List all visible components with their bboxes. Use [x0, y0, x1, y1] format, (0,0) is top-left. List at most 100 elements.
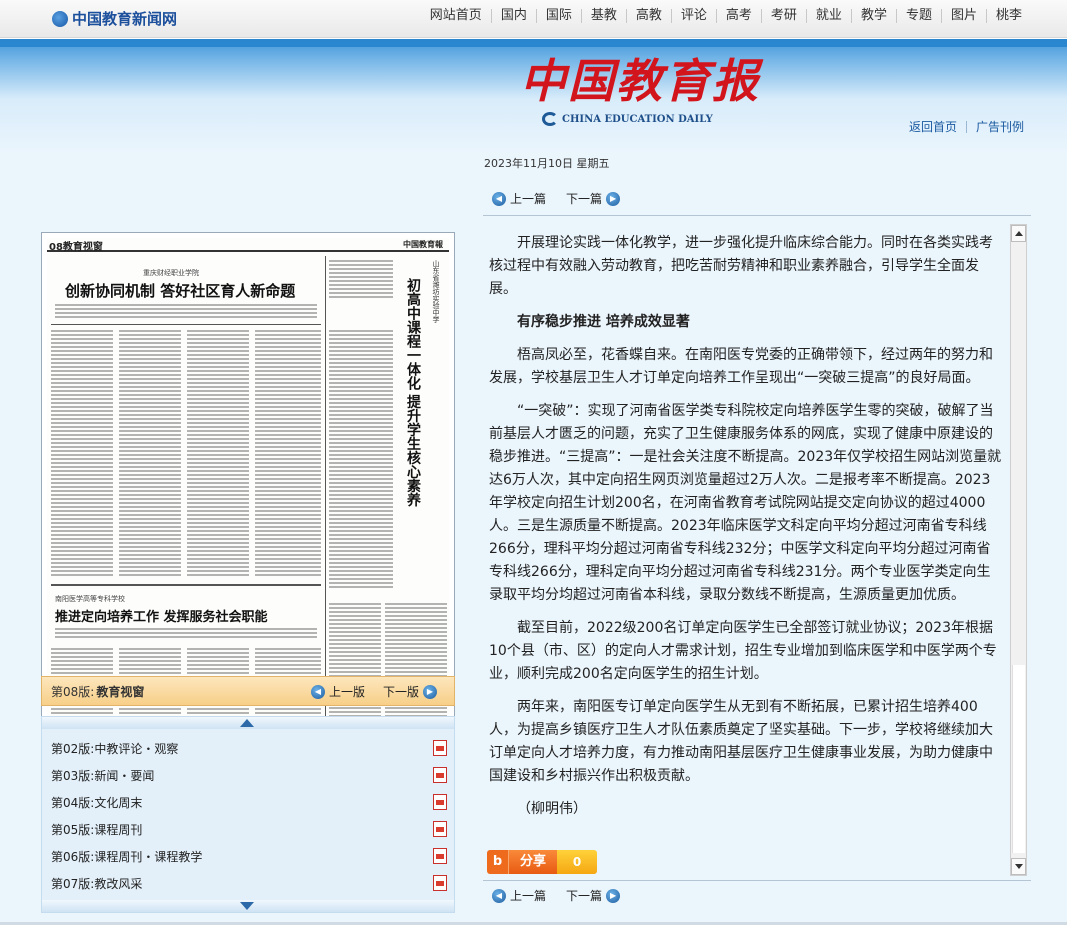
divider — [51, 584, 321, 586]
pdf-download-icon[interactable] — [433, 875, 447, 891]
next-edition-link[interactable]: 下一版 — [383, 683, 419, 700]
nav-item[interactable]: 高教 — [625, 9, 671, 23]
thumbnail-kicker-2: 南阳医学高等专科学校 — [55, 595, 125, 603]
band-highlight — [0, 39, 1067, 47]
edition-number: 第02版: — [51, 742, 95, 756]
divider — [483, 880, 1031, 881]
edition-number: 第04版: — [51, 796, 95, 810]
nav-item[interactable]: 专题 — [895, 9, 941, 23]
next-article-link[interactable]: 下一篇 — [566, 190, 602, 207]
text-block — [51, 330, 113, 578]
thumbnail-page-number: 08教育视窗 — [49, 242, 103, 253]
edition-name: 新闻・要闻 — [94, 769, 155, 783]
back-home-link[interactable]: 返回首页 — [909, 118, 957, 135]
nav-item[interactable]: 国内 — [490, 9, 536, 23]
site-name: 中国教育新闻网 — [72, 10, 178, 28]
pdf-download-icon[interactable] — [433, 767, 447, 783]
edition-list-item[interactable]: 第05版: 课程周刊 — [51, 816, 447, 843]
edition-list: 第02版: 中教评论・观察 第03版: 新闻・要闻 第04版: 文化周末 第05版: 课程周刊… — [41, 716, 455, 913]
nav-item[interactable]: 网站首页 — [421, 9, 491, 23]
edition-list-item[interactable]: 第02版: 中教评论・观察 — [51, 735, 447, 762]
prev-article-icon[interactable]: ◀ — [492, 888, 506, 903]
main-nav: 网站首页 国内 国际 基教 高教 评论 高考 考研 就业 教学 专题 图片 桃李 — [421, 0, 1031, 32]
edition-name: 课程周刊・课程教学 — [94, 850, 203, 864]
next-article-icon[interactable]: ▶ — [606, 888, 621, 903]
share-button[interactable]: b 分享 0 — [487, 850, 597, 874]
nav-item[interactable]: 桃李 — [985, 9, 1031, 23]
article-paragraph: 两年来，南阳医专订单定向医学生从无到有不断拓展，已累计招生培养400人，为提高乡… — [489, 699, 993, 784]
pdf-download-icon[interactable] — [433, 848, 447, 864]
next-article-icon[interactable]: ▶ — [606, 191, 621, 206]
next-edition-icon[interactable]: ▶ — [423, 684, 437, 699]
current-edition-bar: 第08版: 教育视窗 ◀ 上一版 下一版 ▶ — [41, 676, 455, 706]
nav-item[interactable]: 考研 — [760, 9, 806, 23]
scrollbar-thumb[interactable] — [1012, 665, 1025, 853]
edition-number: 第05版: — [51, 823, 95, 837]
site-logo[interactable]: 中国教育新闻网 — [52, 8, 177, 29]
masthead-emblem-icon — [542, 112, 558, 126]
prev-article-link[interactable]: 上一篇 — [510, 887, 546, 904]
pdf-download-icon[interactable] — [433, 821, 447, 837]
thumbnail-vertical-kicker: 山东省潍坊实验中学 — [432, 260, 440, 323]
edition-list-item[interactable]: 第07版: 教改风采 — [51, 870, 447, 897]
edition-name: 文化周末 — [94, 796, 143, 810]
current-edition-number: 第08版: — [51, 684, 95, 699]
nav-item[interactable]: 评论 — [670, 9, 716, 23]
edition-name: 课程周刊 — [94, 823, 143, 837]
masthead-title: 中国教育报 — [520, 54, 760, 108]
main-area: 08教育视窗 中国教育報 重庆财经职业学院 创新协同机制 答好社区育人新命题 山… — [0, 152, 1067, 925]
scroll-up-button[interactable] — [42, 717, 454, 729]
divider — [966, 120, 968, 133]
edition-list-item[interactable]: 第06版: 课程周刊・课程教学 — [51, 843, 447, 870]
prev-article-link[interactable]: 上一篇 — [510, 190, 546, 207]
text-block — [329, 330, 393, 590]
article-subheading: 有序稳步推进 培养成效显著 — [517, 314, 690, 330]
text-block — [55, 304, 317, 320]
next-article-link[interactable]: 下一篇 — [566, 887, 602, 904]
prev-edition-link[interactable]: 上一版 — [329, 683, 365, 700]
text-block — [187, 330, 249, 578]
share-icon: b — [487, 850, 509, 874]
site-logo-icon — [52, 10, 68, 27]
top-links: 返回首页 广告刊例 — [909, 118, 1024, 135]
article-paragraph: 梧高凤必至，花香蝶自来。在南阳医专党委的正确带领下，经过两年的努力和发展，学校基… — [489, 347, 993, 386]
article-paragraph: “一突破”：实现了河南省医学类专科院校定向培养医学生零的突破，破解了当前基层人才… — [489, 403, 1002, 603]
edition-number: 第07版: — [51, 877, 95, 891]
article-scrollbar[interactable] — [1010, 224, 1027, 876]
nav-item[interactable]: 基教 — [580, 9, 626, 23]
thumbnail-vertical-headline: 初高中课程一体化 提升学生核心素养 — [405, 278, 421, 507]
current-edition-name: 教育视窗 — [96, 684, 145, 699]
edition-name: 中教评论・观察 — [94, 742, 179, 756]
text-block — [255, 330, 321, 578]
arrow-up-icon — [240, 719, 254, 727]
prev-edition-icon[interactable]: ◀ — [310, 684, 325, 699]
nav-item[interactable]: 教学 — [850, 9, 896, 23]
issue-date: 2023年11月10日 星期五 — [484, 157, 610, 170]
scrollbar-down-arrow-icon[interactable] — [1011, 858, 1026, 875]
nav-item[interactable]: 高考 — [715, 9, 761, 23]
article-paragraph: 开展理论实践一体化教学，进一步强化提升临床综合能力。同时在各类实践考核过程中有效… — [489, 235, 993, 297]
article-nav-bottom: ◀ 上一篇 下一篇 ▶ — [492, 887, 621, 904]
scroll-down-button[interactable] — [42, 900, 454, 912]
thumbnail-kicker-1: 重庆财经职业学院 — [143, 269, 199, 277]
nav-item[interactable]: 就业 — [805, 9, 851, 23]
prev-article-icon[interactable]: ◀ — [492, 191, 506, 206]
nav-item[interactable]: 国际 — [535, 9, 581, 23]
scrollbar-up-arrow-icon[interactable] — [1011, 225, 1026, 242]
share-label: 分享 — [509, 850, 557, 874]
edition-number: 第03版: — [51, 769, 95, 783]
edition-list-item[interactable]: 第04版: 文化周末 — [51, 789, 447, 816]
pdf-download-icon[interactable] — [433, 794, 447, 810]
arrow-down-icon — [240, 902, 254, 910]
edition-list-item[interactable]: 第03版: 新闻・要闻 — [51, 762, 447, 789]
divider — [483, 215, 1031, 216]
article-paragraph: 截至目前，2022级200名订单定向医学生已全部签订就业协议；2023年根据10… — [489, 620, 997, 682]
pdf-download-icon[interactable] — [433, 740, 447, 756]
edition-number: 第06版: — [51, 850, 95, 864]
nav-item[interactable]: 图片 — [940, 9, 986, 23]
ad-rates-link[interactable]: 广告刊例 — [976, 118, 1024, 135]
newspaper-masthead: 中国教育报 CHINA EDUCATION DAILY — [520, 50, 760, 126]
text-block — [119, 330, 181, 578]
article-body: 开展理论实践一体化教学，进一步强化提升临床综合能力。同时在各类实践考核过程中有效… — [483, 222, 1009, 872]
thumbnail-headline-1: 创新协同机制 答好社区育人新命题 — [65, 282, 296, 300]
